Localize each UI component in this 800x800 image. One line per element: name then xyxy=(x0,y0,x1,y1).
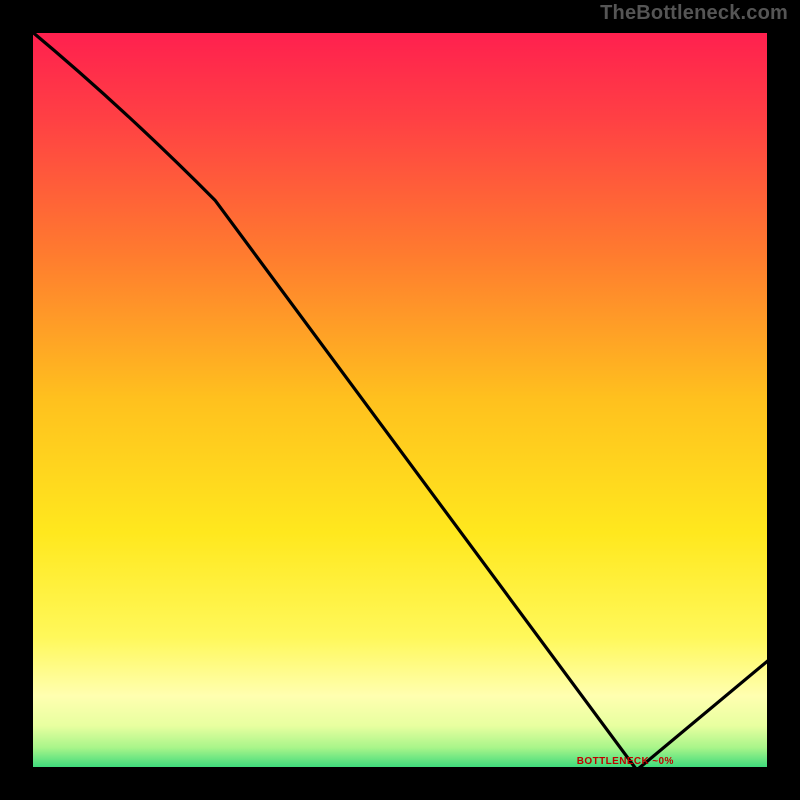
plot-background xyxy=(30,30,770,770)
min-annotation: BOTTLENECK ~0% xyxy=(577,756,674,767)
bottleneck-chart: BOTTLENECK ~0% xyxy=(0,0,800,800)
chart-frame: TheBottleneck.com BOTTLENECK ~0% xyxy=(0,0,800,800)
